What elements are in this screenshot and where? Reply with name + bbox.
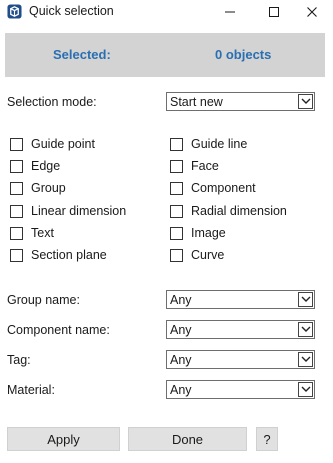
checkbox-guide-point[interactable]: Guide point [10, 137, 95, 151]
checkbox-label: Section plane [31, 248, 107, 262]
material-label: Material: [7, 383, 55, 397]
checkbox-linear-dimension[interactable]: Linear dimension [10, 204, 126, 218]
title-bar: Quick selection [0, 0, 333, 24]
checkbox-box[interactable] [170, 248, 183, 262]
component-name-label: Component name: [7, 323, 110, 337]
chevron-down-icon[interactable] [298, 292, 313, 307]
checkbox-label: Image [191, 226, 226, 240]
checkbox-label: Curve [191, 248, 225, 262]
component-name-value: Any [170, 323, 192, 337]
checkbox-box[interactable] [10, 159, 23, 173]
checkbox-radial-dimension[interactable]: Radial dimension [170, 204, 287, 218]
checkbox-box[interactable] [170, 204, 183, 218]
tag-label: Tag: [7, 353, 31, 367]
apply-button[interactable]: Apply [7, 427, 120, 451]
done-button[interactable]: Done [128, 427, 247, 451]
app-logo-icon [7, 4, 22, 19]
chevron-down-icon[interactable] [298, 382, 313, 397]
close-button[interactable] [290, 0, 333, 24]
checkbox-label: Guide line [191, 137, 248, 151]
checkbox-section-plane[interactable]: Section plane [10, 248, 107, 262]
checkbox-label: Radial dimension [191, 204, 287, 218]
checkbox-label: Edge [31, 159, 61, 173]
group-name-label: Group name: [7, 293, 80, 307]
checkbox-box[interactable] [10, 137, 23, 151]
close-icon [307, 7, 317, 17]
chevron-down-icon[interactable] [298, 94, 313, 109]
checkbox-group[interactable]: Group [10, 181, 66, 195]
checkbox-box[interactable] [170, 181, 183, 195]
minimize-button[interactable] [208, 0, 252, 24]
selection-count-banner: Selected: 0 objects [5, 33, 325, 77]
selection-mode-value: Start new [170, 95, 223, 109]
checkbox-curve[interactable]: Curve [170, 248, 224, 262]
checkbox-text[interactable]: Text [10, 226, 54, 240]
checkbox-face[interactable]: Face [170, 159, 219, 173]
checkbox-box[interactable] [170, 226, 183, 240]
checkbox-guide-line[interactable]: Guide line [170, 137, 247, 151]
tag-value: Any [170, 353, 192, 367]
material-select[interactable]: Any [166, 380, 315, 399]
checkbox-label: Text [31, 226, 54, 240]
window-title: Quick selection [29, 4, 114, 18]
checkbox-edge[interactable]: Edge [10, 159, 60, 173]
help-button[interactable]: ? [256, 427, 278, 451]
maximize-icon [269, 7, 279, 17]
chevron-down-icon[interactable] [298, 352, 313, 367]
component-name-select[interactable]: Any [166, 320, 315, 339]
selection-mode-label: Selection mode: [7, 95, 97, 109]
checkbox-label: Face [191, 159, 219, 173]
checkbox-image[interactable]: Image [170, 226, 226, 240]
checkbox-box[interactable] [10, 181, 23, 195]
checkbox-label: Linear dimension [31, 204, 127, 218]
checkbox-component[interactable]: Component [170, 181, 256, 195]
checkbox-box[interactable] [10, 226, 23, 240]
group-name-value: Any [170, 293, 192, 307]
tag-select[interactable]: Any [166, 350, 315, 369]
minimize-icon [225, 11, 235, 13]
checkbox-box[interactable] [10, 204, 23, 218]
checkbox-box[interactable] [170, 137, 183, 151]
selected-label: Selected: [53, 47, 111, 62]
checkbox-box[interactable] [170, 159, 183, 173]
selection-mode-select[interactable]: Start new [166, 92, 315, 111]
selected-count: 0 objects [215, 47, 272, 62]
checkbox-label: Group [31, 181, 66, 195]
group-name-select[interactable]: Any [166, 290, 315, 309]
chevron-down-icon[interactable] [298, 322, 313, 337]
checkbox-box[interactable] [10, 248, 23, 262]
checkbox-label: Component [191, 181, 256, 195]
material-value: Any [170, 383, 192, 397]
checkbox-label: Guide point [31, 137, 95, 151]
